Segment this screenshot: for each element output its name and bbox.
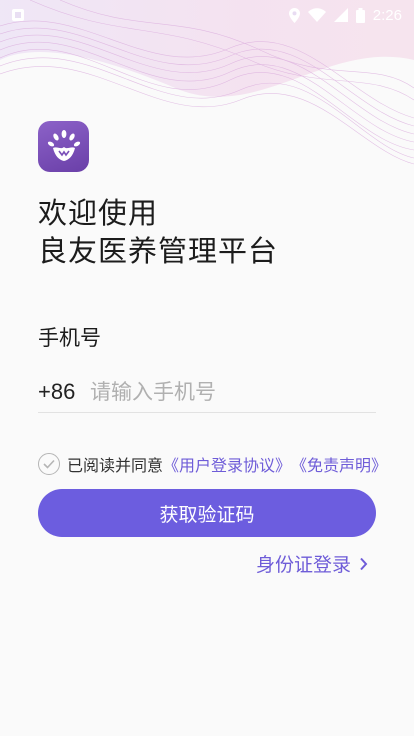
welcome-line-1: 欢迎使用 — [38, 196, 159, 230]
notification-icon — [12, 9, 24, 21]
id-card-login-link[interactable]: 身份证登录 — [256, 550, 368, 577]
phone-field-row: +86 — [38, 372, 376, 413]
welcome-heading: 欢迎使用 良友医养管理平台 — [38, 194, 278, 270]
welcome-line-2: 良友医养管理平台 — [38, 234, 279, 268]
signal-icon — [333, 8, 348, 22]
phone-input[interactable] — [90, 380, 350, 404]
app-logo — [38, 121, 89, 172]
get-code-button[interactable]: 获取验证码 — [38, 489, 376, 537]
app-logo-icon — [47, 129, 80, 161]
battery-icon — [355, 7, 365, 23]
wifi-icon — [307, 8, 326, 22]
user-agreement-link[interactable]: 《用户登录协议》 — [163, 452, 291, 476]
chevron-right-icon — [360, 557, 368, 570]
location-icon — [288, 7, 300, 23]
phone-label: 手机号 — [38, 326, 101, 350]
status-icons: 2:26 — [288, 6, 402, 24]
country-code[interactable]: +86 — [38, 379, 90, 405]
agreement-prefix: 已阅读并同意 — [67, 456, 164, 475]
check-icon — [43, 459, 55, 469]
status-time: 2:26 — [372, 6, 402, 24]
disclaimer-link[interactable]: 《免责声明》 — [291, 452, 387, 476]
agreement-checkbox[interactable] — [38, 453, 60, 475]
status-bar: 2:26 — [0, 0, 414, 30]
id-card-login-label: 身份证登录 — [255, 554, 351, 576]
agreement-row: 已阅读并同意 《用户登录协议》 《免责声明》 — [38, 452, 387, 476]
